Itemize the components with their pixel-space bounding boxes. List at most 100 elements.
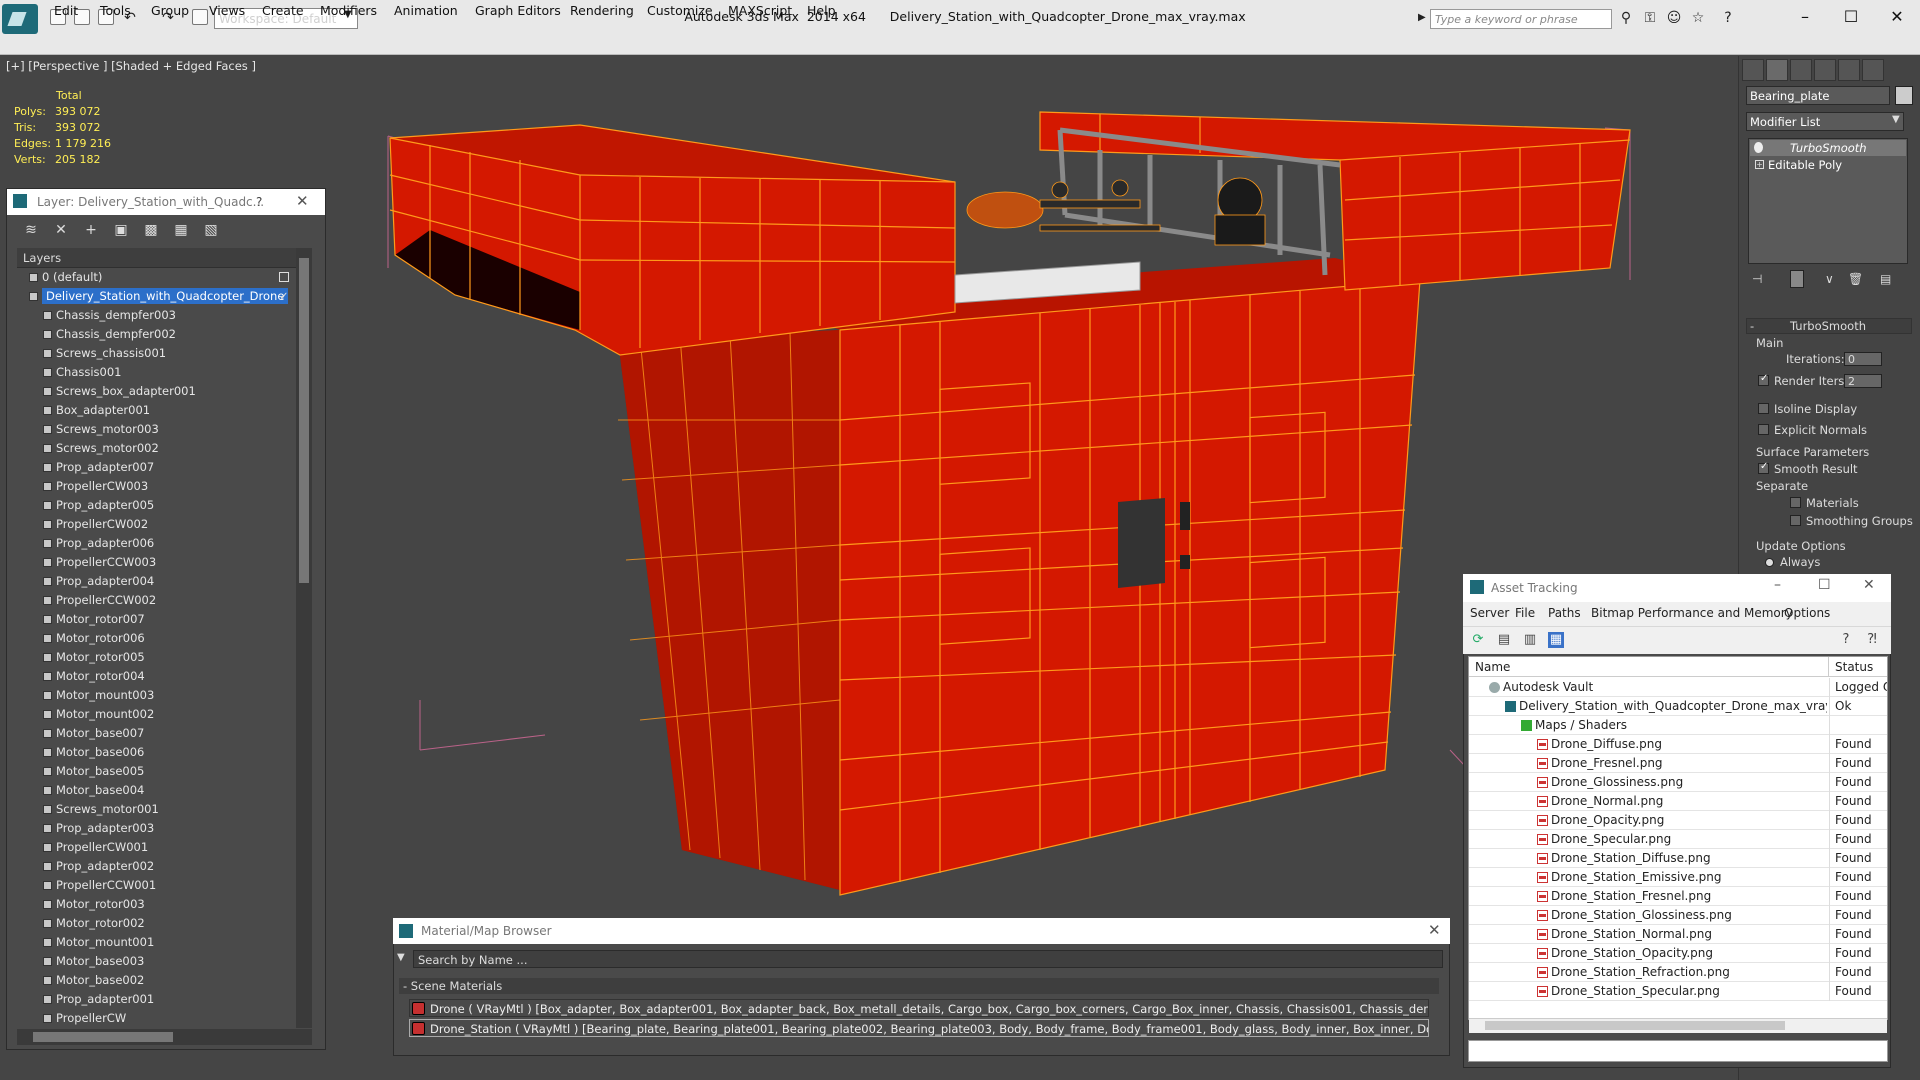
layer-item[interactable]: Prop_adapter007 bbox=[17, 458, 296, 477]
close-icon[interactable]: ✕ bbox=[296, 192, 309, 210]
asset-row[interactable]: Drone_Station_Normal.png Found bbox=[1469, 925, 1887, 944]
key-icon[interactable]: ⚿ bbox=[1642, 10, 1658, 26]
utilities-tab-icon[interactable] bbox=[1862, 59, 1884, 81]
material-row[interactable]: Drone ( VRayMtl ) [Box_adapter, Box_adap… bbox=[409, 999, 1429, 1017]
layer-item[interactable]: Chassis_dempfer002 bbox=[17, 325, 296, 344]
menu-help[interactable]: Help bbox=[807, 3, 836, 18]
rollout-collapse-icon[interactable]: - bbox=[1750, 319, 1754, 333]
object-color-swatch[interactable] bbox=[1895, 86, 1913, 105]
menu-views[interactable]: Views bbox=[209, 3, 245, 18]
smoothing-groups-checkbox[interactable] bbox=[1790, 515, 1801, 526]
active-layer-box-icon[interactable] bbox=[279, 272, 289, 282]
layer-item[interactable]: PropellerCW001 bbox=[17, 838, 296, 857]
binoculars-icon[interactable]: ⚲ bbox=[1618, 10, 1634, 26]
layer-item[interactable]: PropellerCW bbox=[17, 1009, 296, 1028]
layer-item[interactable]: PropellerCCW002 bbox=[17, 591, 296, 610]
modify-tab-icon[interactable] bbox=[1766, 59, 1788, 81]
asset-row[interactable]: Drone_Station_Fresnel.png Found bbox=[1469, 887, 1887, 906]
layer-item[interactable]: Motor_rotor003 bbox=[17, 895, 296, 914]
material-search-input[interactable]: Search by Name ... bbox=[413, 950, 1443, 968]
highlight-layer-icon[interactable]: ▩ bbox=[142, 221, 160, 239]
layer-item[interactable]: Motor_base004 bbox=[17, 781, 296, 800]
layer-item[interactable]: Prop_adapter006 bbox=[17, 534, 296, 553]
asset-row[interactable]: Drone_Diffuse.png Found bbox=[1469, 735, 1887, 754]
layer-item[interactable]: Prop_adapter002 bbox=[17, 857, 296, 876]
layer-item[interactable]: PropellerCCW001 bbox=[17, 876, 296, 895]
project-folder-icon[interactable] bbox=[192, 9, 208, 25]
smooth-result-checkbox[interactable] bbox=[1758, 461, 1769, 474]
layer-item[interactable]: Motor_rotor004 bbox=[17, 667, 296, 686]
layer-item[interactable]: Motor_mount002 bbox=[17, 705, 296, 724]
motion-tab-icon[interactable] bbox=[1814, 59, 1836, 81]
help-pointer-icon[interactable]: ⁈ bbox=[1864, 632, 1880, 648]
list-view-icon[interactable]: ▤ bbox=[1496, 632, 1512, 648]
layer-item[interactable]: Motor_mount001 bbox=[17, 933, 296, 952]
layer-explorer-title[interactable]: Layer: Delivery_Station_with_Quadc... bbox=[7, 189, 325, 215]
asset-row[interactable]: Drone_Fresnel.png Found bbox=[1469, 754, 1887, 773]
maximize-button[interactable]: ☐ bbox=[1828, 3, 1874, 31]
asset-menu-server[interactable]: Server bbox=[1470, 606, 1509, 620]
select-objects-icon[interactable]: ▣ bbox=[112, 221, 130, 239]
stack-item-editable-poly[interactable]: Editable Poly bbox=[1750, 157, 1906, 173]
account-icon[interactable]: ☺ bbox=[1666, 10, 1682, 26]
render-iters-spinner[interactable]: 2 bbox=[1844, 374, 1882, 388]
show-end-result-icon[interactable] bbox=[1790, 270, 1804, 288]
materials-checkbox[interactable] bbox=[1790, 497, 1801, 508]
configure-sets-icon[interactable]: ▤ bbox=[1880, 272, 1891, 286]
asset-row[interactable]: Drone_Station_Refraction.png Found bbox=[1469, 963, 1887, 982]
menu-group[interactable]: Group bbox=[151, 3, 189, 18]
asset-menu-paths[interactable]: Paths bbox=[1548, 606, 1581, 620]
layer-item[interactable]: Screws_motor002 bbox=[17, 439, 296, 458]
layer-item[interactable]: Screws_motor001 bbox=[17, 800, 296, 819]
close-icon[interactable]: ✕ bbox=[1428, 921, 1441, 939]
layer-create-icon[interactable]: ≋ bbox=[22, 221, 40, 239]
layer-item[interactable]: Screws_chassis001 bbox=[17, 344, 296, 363]
add-icon[interactable]: + bbox=[82, 221, 100, 239]
hierarchy-tab-icon[interactable] bbox=[1790, 59, 1812, 81]
object-name-field[interactable]: Bearing_plate bbox=[1746, 86, 1890, 105]
column-header-status[interactable]: Status bbox=[1829, 657, 1887, 677]
layer-item[interactable]: Motor_base003 bbox=[17, 952, 296, 971]
asset-row[interactable]: Drone_Normal.png Found bbox=[1469, 792, 1887, 811]
layer-item[interactable]: Prop_adapter003 bbox=[17, 819, 296, 838]
column-header-name[interactable]: Name bbox=[1469, 657, 1829, 677]
layer-item[interactable]: 0 (default) bbox=[17, 268, 296, 287]
scene-materials-section[interactable]: - Scene Materials bbox=[399, 978, 1439, 994]
asset-row[interactable]: Drone_Station_Diffuse.png Found bbox=[1469, 849, 1887, 868]
table-view-icon[interactable]: ▦ bbox=[1548, 632, 1564, 648]
menu-modifiers[interactable]: Modifiers bbox=[320, 3, 377, 18]
star-icon[interactable]: ☆ bbox=[1690, 10, 1706, 26]
asset-menu-bitmap[interactable]: Bitmap Performance and Memory bbox=[1591, 606, 1793, 620]
delete-icon[interactable]: ✕ bbox=[52, 221, 70, 239]
scrollbar-thumb[interactable] bbox=[33, 1032, 173, 1042]
menu-create[interactable]: Create bbox=[262, 3, 304, 18]
menu-customize[interactable]: Customize bbox=[647, 3, 713, 18]
layer-item[interactable]: Prop_adapter001 bbox=[17, 990, 296, 1009]
asset-row[interactable]: Drone_Specular.png Found bbox=[1469, 830, 1887, 849]
make-unique-icon[interactable]: ∨ bbox=[1825, 272, 1834, 286]
checkmark-icon[interactable]: ✓ bbox=[279, 287, 289, 306]
layer-item[interactable]: Motor_rotor007 bbox=[17, 610, 296, 629]
iterations-spinner[interactable]: 0 bbox=[1844, 352, 1882, 366]
scrollbar-thumb[interactable] bbox=[1485, 1021, 1785, 1030]
freeze-all-icon[interactable]: ▧ bbox=[202, 221, 220, 239]
layer-item[interactable]: PropellerCW003 bbox=[17, 477, 296, 496]
layer-item[interactable]: PropellerCCW003 bbox=[17, 553, 296, 572]
menu-graph-editors[interactable]: Graph Editors bbox=[475, 3, 561, 18]
layer-item[interactable]: Prop_adapter004 bbox=[17, 572, 296, 591]
close-button[interactable]: ✕ bbox=[1874, 3, 1920, 31]
layer-item[interactable]: Motor_base002 bbox=[17, 971, 296, 990]
expand-icon[interactable]: + bbox=[1755, 160, 1764, 169]
layer-item[interactable]: PropellerCW002 bbox=[17, 515, 296, 534]
layer-item[interactable]: Screws_motor003 bbox=[17, 420, 296, 439]
help-icon[interactable]: ? bbox=[256, 195, 262, 209]
menu-rendering[interactable]: Rendering bbox=[570, 3, 634, 18]
modifier-list-dropdown[interactable]: Modifier List bbox=[1746, 112, 1904, 131]
help-icon[interactable]: ? bbox=[1838, 632, 1854, 648]
isoline-checkbox[interactable] bbox=[1758, 403, 1769, 414]
menu-tools[interactable]: Tools bbox=[100, 3, 131, 18]
options-menu-icon[interactable]: ▼ bbox=[397, 952, 409, 964]
create-tab-icon[interactable] bbox=[1742, 59, 1764, 81]
layer-item[interactable]: Chassis_dempfer003 bbox=[17, 306, 296, 325]
asset-row[interactable]: Drone_Station_Glossiness.png Found bbox=[1469, 906, 1887, 925]
